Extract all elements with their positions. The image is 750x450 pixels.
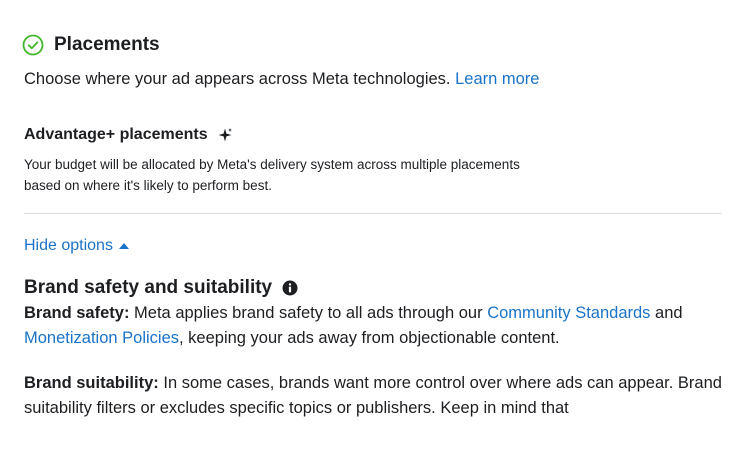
advantage-placements-title: Advantage+ placements — [24, 126, 232, 144]
brand-title-text: Brand safety and suitability — [24, 277, 273, 298]
advantage-title-text: Advantage+ placements — [24, 126, 208, 143]
check-circle-icon — [22, 34, 44, 56]
placements-intro: Choose where your ad appears across Meta… — [24, 70, 539, 89]
brand-safety-label: Brand safety: — [24, 304, 130, 322]
advantage-desc-line-1: Your budget will be allocated by Meta's … — [24, 157, 520, 172]
caret-up-icon — [118, 243, 129, 249]
section-title: Placements — [54, 34, 160, 55]
info-icon[interactable] — [282, 280, 298, 296]
hide-options-label: Hide options — [24, 237, 113, 254]
monetization-policies-link[interactable]: Monetization Policies — [24, 329, 179, 347]
hide-options-toggle[interactable]: Hide options — [24, 237, 129, 255]
brand-suitability-paragraph: Brand suitability: In some cases, brands… — [24, 371, 724, 421]
intro-text: Choose where your ad appears across Meta… — [24, 70, 451, 88]
brand-safety-title: Brand safety and suitability — [24, 277, 298, 299]
brand-safety-and: and — [655, 304, 683, 322]
brand-safety-paragraph: Brand safety: Meta applies brand safety … — [24, 301, 724, 351]
advantage-desc-line-2: based on where it's likely to perform be… — [24, 178, 272, 193]
sparkle-icon — [218, 128, 232, 142]
brand-suitability-text-1: In some cases, brands want more control … — [163, 374, 674, 392]
learn-more-link[interactable]: Learn more — [455, 70, 539, 88]
brand-safety-text-2: , keeping your ads away from objectionab… — [179, 329, 560, 347]
advantage-description: Your budget will be allocated by Meta's … — [24, 154, 624, 196]
placements-panel: Placements Choose where your ad appears … — [0, 0, 750, 450]
community-standards-link[interactable]: Community Standards — [487, 304, 650, 322]
brand-suitability-label: Brand suitability: — [24, 374, 159, 392]
divider — [24, 213, 722, 214]
placements-header: Placements — [22, 34, 160, 56]
brand-safety-text-1: Meta applies brand safety to all ads thr… — [134, 304, 483, 322]
